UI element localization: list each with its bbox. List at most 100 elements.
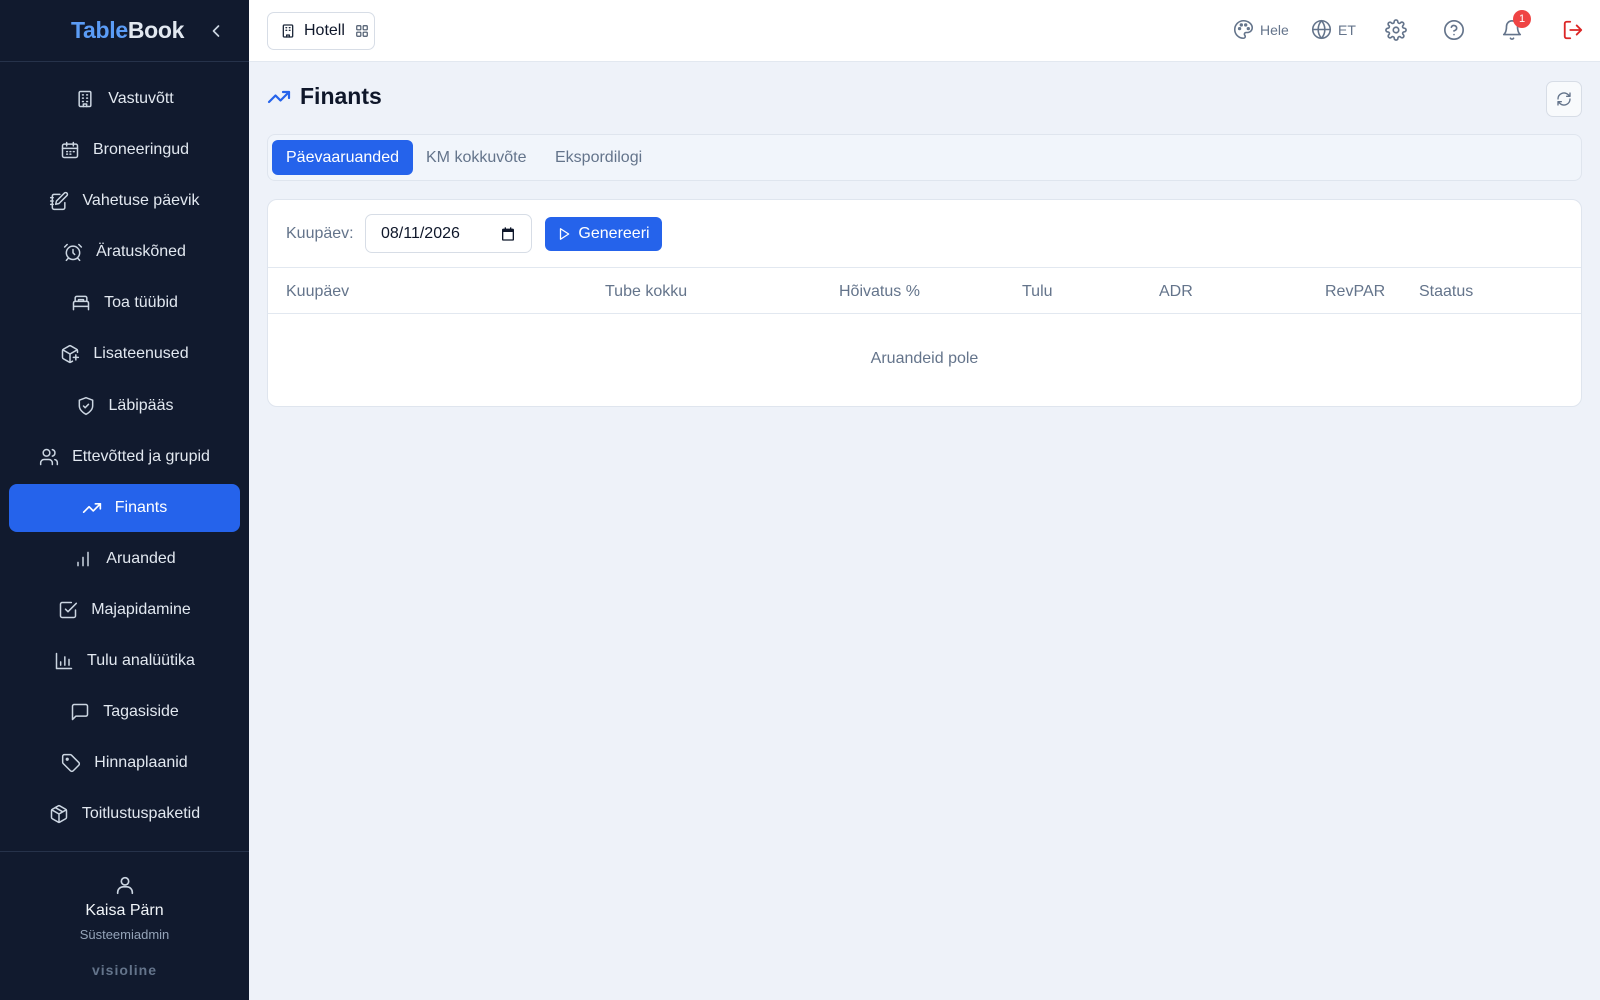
trending-up-icon xyxy=(267,90,291,103)
topbar: Hotell Hele ET 1 xyxy=(249,0,1600,62)
column-header-occupancy[interactable]: Hõivatus % xyxy=(839,283,920,301)
sidebar-item-hinnaplaanid[interactable]: Hinnaplaanid xyxy=(9,739,240,787)
sidebar-item-labipaas[interactable]: Läbipääs xyxy=(9,382,240,430)
tab-eksportdilogi[interactable]: Ekspordilogi xyxy=(555,140,642,175)
logo-part-2: Book xyxy=(127,17,185,43)
date-label: Kuupäev: xyxy=(286,225,354,242)
globe-icon xyxy=(1311,19,1332,40)
logout-icon xyxy=(1563,20,1583,40)
page-title: Finants xyxy=(300,83,382,109)
sidebar-item-label: Ettevõtted ja grupid xyxy=(72,447,210,465)
column-header-revenue[interactable]: Tulu xyxy=(1022,283,1053,301)
bar-chart-icon xyxy=(77,551,90,567)
date-field[interactable]: 08/11/2026 xyxy=(365,214,532,253)
hotel-label: Hotell xyxy=(304,22,345,39)
finance-tabs: Päevaaruanded KM kokkuvõte Ekspordilogi xyxy=(267,134,1582,181)
user-name: Kaisa Pärn xyxy=(85,902,164,919)
building-icon xyxy=(282,24,294,38)
sidebar-item-label: Läbipääs xyxy=(108,396,174,414)
collapse-sidebar-button[interactable] xyxy=(206,20,226,42)
sidebar-item-label: Aruanded xyxy=(106,549,176,567)
sidebar-item-label: Tulu analüütika xyxy=(87,652,195,670)
sidebar-item-label: Hinnaplaanid xyxy=(94,754,188,772)
sidebar-item-majapidamine[interactable]: Majapidamine xyxy=(9,586,240,634)
grid-icon xyxy=(356,25,368,37)
users-icon xyxy=(39,448,59,465)
sidebar-item-label: Majapidamine xyxy=(91,600,191,618)
shield-check-icon xyxy=(78,396,93,415)
building-icon xyxy=(78,90,92,108)
date-value: 08/11/2026 xyxy=(381,224,460,242)
user-panel: Kaisa Pärn Süsteemiadmin visioline xyxy=(0,851,249,1000)
gear-icon xyxy=(1385,19,1407,41)
logo-part-1: Table xyxy=(71,17,128,43)
hotel-switcher-button[interactable]: Hotell xyxy=(267,12,375,50)
sidebar-item-ettevotted-ja-grupid[interactable]: Ettevõtted ja grupid xyxy=(9,433,240,481)
sidebar-item-label: Broneeringud xyxy=(92,141,190,159)
theme-label: Hele xyxy=(1260,21,1289,38)
box-icon xyxy=(50,805,68,824)
sidebar-item-label: Toa tüübid xyxy=(104,294,178,312)
filter-row: Kuupäev: 08/11/2026 Genereeri xyxy=(268,200,1581,268)
calendar-icon xyxy=(61,141,79,159)
chevron-left-icon xyxy=(212,25,220,37)
sidebar-item-vahetuse-paevik[interactable]: Vahetuse päevik xyxy=(9,177,240,225)
sidebar-item-vastuvott[interactable]: Vastuvõtt xyxy=(9,75,240,123)
column-header-revpar[interactable]: RevPAR xyxy=(1325,283,1385,301)
sidebar-item-toa-tuubid[interactable]: Toa tüübid xyxy=(9,279,240,327)
column-header-rooms-total[interactable]: Tube kokku xyxy=(605,283,687,301)
calendar-picker-icon[interactable] xyxy=(500,226,516,242)
column-header-date[interactable]: Kuupäev xyxy=(286,283,349,301)
message-icon xyxy=(71,703,89,721)
help-circle-icon xyxy=(1444,20,1464,40)
column-chart-icon xyxy=(55,652,73,670)
sidebar-item-label: Tagasiside xyxy=(103,703,179,721)
help-button[interactable] xyxy=(1443,19,1465,41)
bed-icon xyxy=(72,295,90,311)
daily-reports-card: Kuupäev: 08/11/2026 Genereeri Kuupäev Tu… xyxy=(267,199,1582,407)
page-header: Finants xyxy=(267,83,382,110)
brand-header: TableBook xyxy=(0,0,249,62)
column-header-adr[interactable]: ADR xyxy=(1159,283,1193,301)
trending-up-icon xyxy=(82,502,101,513)
sidebar-nav: Vastuvõtt Broneeringud Vahetuse päevik Ä… xyxy=(9,75,240,841)
sidebar-item-tagasiside[interactable]: Tagasiside xyxy=(9,688,240,736)
sidebar-item-label: Vahetuse päevik xyxy=(82,192,200,210)
tab-paevaaruanded[interactable]: Päevaaruanded xyxy=(272,140,413,175)
column-header-status[interactable]: Staatus xyxy=(1419,283,1473,301)
sidebar-item-tulu-analuutika[interactable]: Tulu analüütika xyxy=(9,637,240,685)
language-selector[interactable]: ET xyxy=(1311,19,1356,40)
generate-label: Genereeri xyxy=(578,225,650,242)
sidebar-item-aratuskoned[interactable]: Äratuskõned xyxy=(9,228,240,276)
footer-brand: visioline xyxy=(91,962,158,978)
sidebar: TableBook Vastuvõtt Broneeringud Vahetus… xyxy=(0,0,249,1000)
package-plus-icon xyxy=(62,345,80,364)
refresh-icon xyxy=(1557,92,1571,106)
sidebar-item-label: Vastuvõtt xyxy=(108,90,174,107)
settings-button[interactable] xyxy=(1385,19,1407,41)
checkbox-icon xyxy=(59,601,78,619)
palette-icon xyxy=(1233,19,1254,40)
sidebar-item-label: Toitlustuspaketid xyxy=(81,805,201,823)
sidebar-item-label: Finants xyxy=(114,498,168,516)
sidebar-item-label: Lisateenused xyxy=(93,345,189,363)
language-label: ET xyxy=(1338,21,1356,38)
refresh-button[interactable] xyxy=(1546,81,1582,117)
table-header: Kuupäev Tube kokku Hõivatus % Tulu ADR R… xyxy=(268,268,1581,314)
sidebar-item-label: Äratuskõned xyxy=(96,243,186,261)
sidebar-item-finants[interactable]: Finants xyxy=(9,483,240,532)
app-logo[interactable]: TableBook xyxy=(71,17,184,44)
empty-state-message: Aruandeid pole xyxy=(870,350,979,367)
sidebar-item-lisateenused[interactable]: Lisateenused xyxy=(9,330,240,378)
sidebar-item-toitlustuspaketid[interactable]: Toitlustuspaketid xyxy=(9,790,240,838)
tab-km-kokkuvote[interactable]: KM kokkuvõte xyxy=(426,140,526,175)
theme-toggle[interactable]: Hele xyxy=(1233,19,1289,40)
sidebar-item-aruanded[interactable]: Aruanded xyxy=(9,535,240,583)
notification-badge: 1 xyxy=(1513,10,1531,28)
user-icon[interactable] xyxy=(114,874,136,896)
edit-note-icon xyxy=(50,192,69,211)
sidebar-item-broneeringud[interactable]: Broneeringud xyxy=(9,126,240,174)
tag-icon xyxy=(62,754,81,773)
generate-button[interactable]: Genereeri xyxy=(545,217,662,251)
logout-button[interactable] xyxy=(1562,19,1584,41)
